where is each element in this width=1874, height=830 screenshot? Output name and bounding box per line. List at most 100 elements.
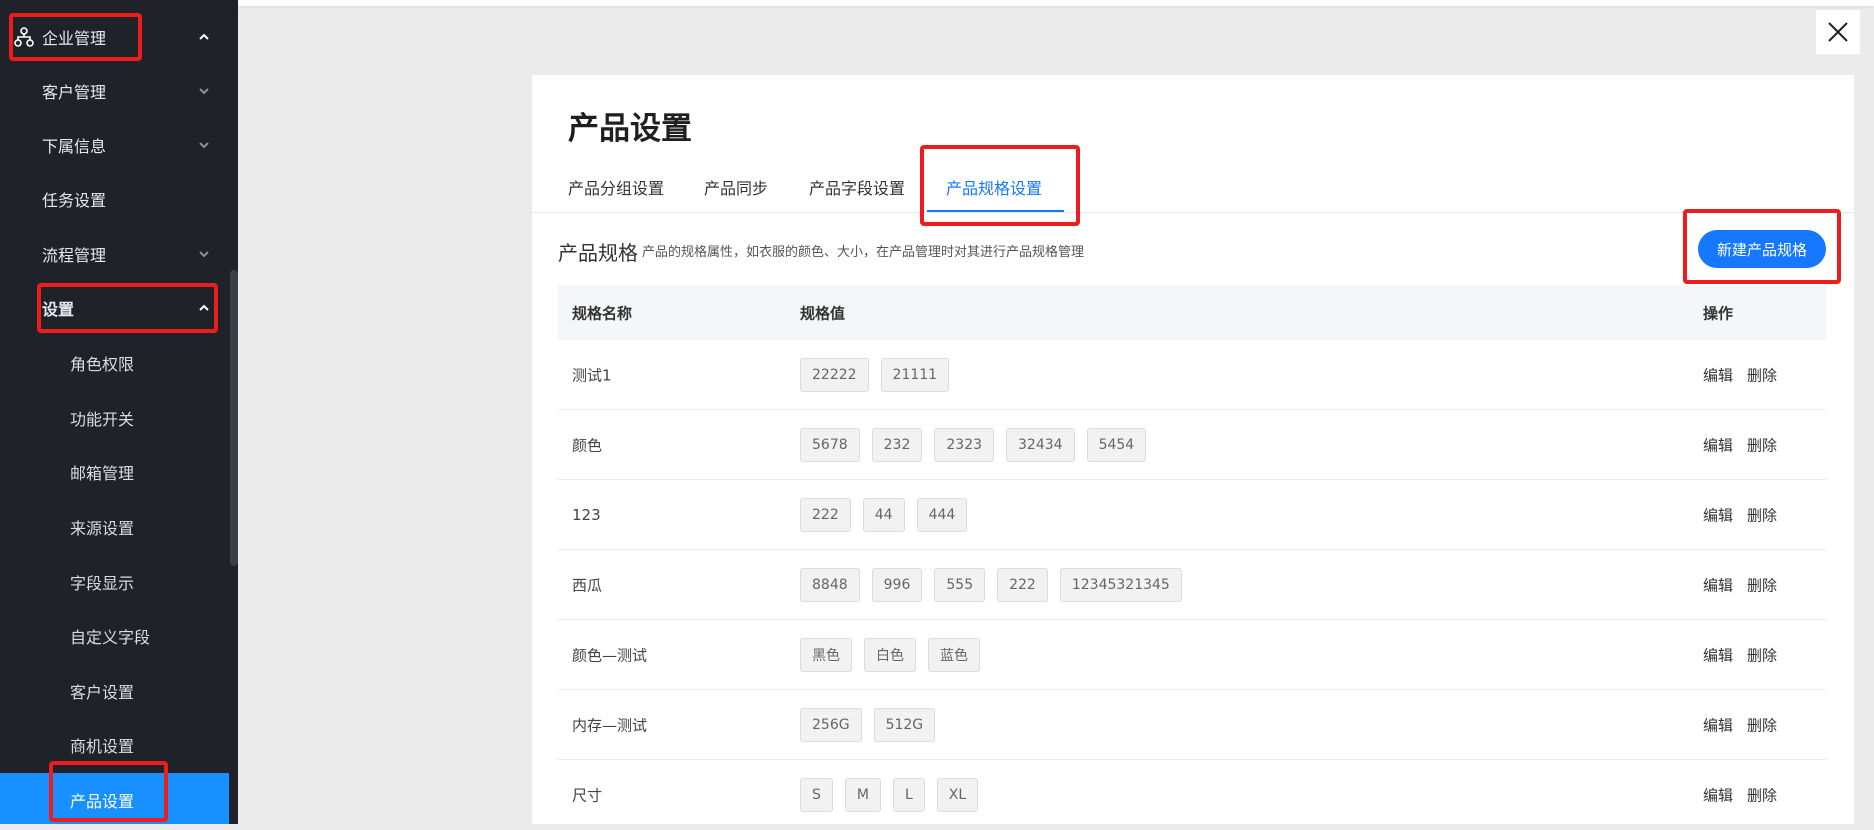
spec-name: 西瓜 xyxy=(572,576,603,594)
row-actions: 编辑 删除 xyxy=(1703,644,1777,665)
spec-value-tag: L xyxy=(892,777,925,812)
spec-value-tag: 222 xyxy=(800,497,851,532)
sidebar-item[interactable]: 产品设置 xyxy=(0,773,229,824)
sidebar-item[interactable]: 来源设置 xyxy=(0,500,229,554)
chevron-down-icon xyxy=(199,88,209,95)
column-header-name: 规格名称 xyxy=(572,304,633,322)
delete-link[interactable]: 删除 xyxy=(1747,574,1777,595)
section-title: 产品规格 xyxy=(558,241,638,265)
delete-link[interactable]: 删除 xyxy=(1747,504,1777,525)
sidebar-item[interactable]: 任务设置 xyxy=(0,172,229,226)
sidebar-scrollbar[interactable] xyxy=(230,270,238,566)
close-icon xyxy=(1828,22,1848,42)
sidebar-item-label: 客户设置 xyxy=(70,683,135,702)
table-row: 西瓜 8848 996 555 222 12345321345 编辑 删除 xyxy=(558,550,1826,620)
spec-values: 黑色 白色 蓝色 xyxy=(800,637,980,672)
spec-value-tag: 44 xyxy=(862,497,905,532)
sidebar-item-label: 企业管理 xyxy=(42,29,107,48)
table-row: 尺寸 S M L XL 编辑 删除 xyxy=(558,760,1826,830)
tab-divider xyxy=(532,212,1854,213)
tab-product-group[interactable]: 产品分组设置 xyxy=(568,175,664,199)
chevron-down-icon xyxy=(199,142,209,149)
spec-value-tag: 512G xyxy=(873,707,936,742)
sidebar-item[interactable]: 客户管理 xyxy=(0,64,229,118)
table-row: 内存—测试 256G 512G 编辑 删除 xyxy=(558,690,1826,760)
spec-value-tag: 2323 xyxy=(934,427,995,462)
row-actions: 编辑 删除 xyxy=(1703,784,1777,805)
spec-value-tag: 22222 xyxy=(800,357,869,392)
sidebar-item[interactable]: 流程管理 xyxy=(0,227,229,281)
spec-values: S M L XL xyxy=(800,777,979,812)
delete-link[interactable]: 删除 xyxy=(1747,434,1777,455)
sidebar-item-label: 流程管理 xyxy=(42,246,107,265)
table-row: 颜色 5678 232 2323 32434 5454 编辑 删除 xyxy=(558,410,1826,480)
tab-product-specs[interactable]: 产品规格设置 xyxy=(946,175,1042,199)
spec-values: 256G 512G xyxy=(800,707,936,742)
spec-value-tag: 996 xyxy=(871,567,923,602)
delete-link[interactable]: 删除 xyxy=(1747,644,1777,665)
spec-value-tag: 21111 xyxy=(880,357,950,392)
spec-values: 22222 21111 xyxy=(800,357,950,392)
sidebar-item[interactable]: 自定义字段 xyxy=(0,609,229,663)
edit-link[interactable]: 编辑 xyxy=(1703,784,1733,805)
spec-value-tag: 黑色 xyxy=(800,637,852,672)
sidebar-item-label: 自定义字段 xyxy=(70,628,151,647)
sidebar-item-label: 功能开关 xyxy=(70,410,135,429)
spec-values: 5678 232 2323 32434 5454 xyxy=(800,427,1147,462)
column-header-ops: 操作 xyxy=(1703,304,1734,322)
spec-name: 测试1 xyxy=(572,366,612,384)
sidebar-item-label: 商机设置 xyxy=(70,737,135,756)
sidebar-item[interactable]: 角色权限 xyxy=(0,336,229,390)
spec-value-tag: 5454 xyxy=(1086,427,1147,462)
spec-name: 123 xyxy=(572,505,601,524)
spec-value-tag: XL xyxy=(936,777,979,812)
spec-value-tag: 32434 xyxy=(1006,427,1075,462)
edit-link[interactable]: 编辑 xyxy=(1703,574,1733,595)
sidebar-item[interactable]: 字段显示 xyxy=(0,555,229,609)
spec-value-tag: 蓝色 xyxy=(928,637,980,672)
spec-name: 颜色 xyxy=(572,436,603,454)
edit-link[interactable]: 编辑 xyxy=(1703,504,1733,525)
table-row: 颜色—测试 黑色 白色 蓝色 编辑 删除 xyxy=(558,620,1826,690)
sidebar-item-label: 角色权限 xyxy=(70,355,135,374)
chevron-down-icon xyxy=(199,251,209,258)
spec-values: 8848 996 555 222 12345321345 xyxy=(800,567,1182,602)
chevron-up-icon xyxy=(199,33,209,40)
spec-value-tag: 232 xyxy=(871,427,923,462)
sidebar-item-label: 来源设置 xyxy=(70,519,135,538)
row-actions: 编辑 删除 xyxy=(1703,364,1777,385)
row-actions: 编辑 删除 xyxy=(1703,714,1777,735)
edit-link[interactable]: 编辑 xyxy=(1703,364,1733,385)
sidebar-item-label: 设置 xyxy=(42,300,75,319)
delete-link[interactable]: 删除 xyxy=(1747,714,1777,735)
column-header-values: 规格值 xyxy=(800,304,846,322)
sidebar-item[interactable]: 客户设置 xyxy=(0,664,229,718)
sidebar-item[interactable]: 设置 xyxy=(0,281,229,335)
row-actions: 编辑 删除 xyxy=(1703,434,1777,455)
tab-product-fields[interactable]: 产品字段设置 xyxy=(809,175,905,199)
edit-link[interactable]: 编辑 xyxy=(1703,434,1733,455)
section-description: 产品的规格属性，如衣服的颜色、大小，在产品管理时对其进行产品规格管理 xyxy=(642,245,1085,260)
edit-link[interactable]: 编辑 xyxy=(1703,644,1733,665)
spec-name: 尺寸 xyxy=(572,786,603,804)
edit-link[interactable]: 编辑 xyxy=(1703,714,1733,735)
sidebar-item[interactable]: 商机设置 xyxy=(0,718,229,772)
spec-values: 222 44 444 xyxy=(800,497,968,532)
sidebar-item[interactable]: 功能开关 xyxy=(0,391,229,445)
tab-product-sync[interactable]: 产品同步 xyxy=(704,175,768,199)
spec-name: 颜色—测试 xyxy=(572,646,648,664)
new-product-spec-button[interactable]: 新建产品规格 xyxy=(1698,230,1826,268)
sidebar-item-label: 邮箱管理 xyxy=(70,464,135,483)
close-button[interactable] xyxy=(1816,10,1860,54)
delete-link[interactable]: 删除 xyxy=(1747,784,1777,805)
chevron-up-icon xyxy=(199,304,209,311)
spec-table: 规格名称 规格值 操作 测试1 22222 21111 编辑 删除 颜色 5678 232 23… xyxy=(558,285,1826,830)
sidebar-item[interactable]: 下属信息 xyxy=(0,118,229,172)
sidebar-item[interactable]: 企业管理 xyxy=(0,10,229,64)
top-bar xyxy=(238,0,1874,6)
spec-value-tag: M xyxy=(844,777,881,812)
delete-link[interactable]: 删除 xyxy=(1747,364,1777,385)
sidebar-item-label: 下属信息 xyxy=(42,137,107,156)
page-title: 产品设置 xyxy=(568,111,692,147)
sidebar-item[interactable]: 邮箱管理 xyxy=(0,445,229,499)
